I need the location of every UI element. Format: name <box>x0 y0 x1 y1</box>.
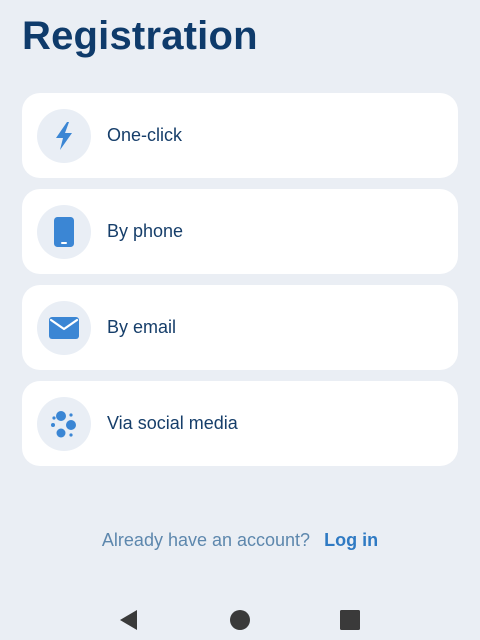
home-button[interactable] <box>228 608 252 632</box>
by-phone-option[interactable]: By phone <box>22 189 458 274</box>
recents-button[interactable] <box>338 608 362 632</box>
envelope-icon <box>49 316 79 339</box>
lightning-icon <box>56 121 72 150</box>
by-phone-label: By phone <box>107 221 184 241</box>
system-navigation-bar <box>0 596 480 640</box>
page-title: Registration <box>22 14 258 58</box>
back-triangle-icon <box>120 610 137 630</box>
via-social-media-option[interactable]: Via social media <box>22 381 458 466</box>
login-row: Already have an account? Log in <box>0 530 480 551</box>
email-icon-badge <box>37 300 91 355</box>
via-social-media-label: Via social media <box>107 413 238 433</box>
by-email-label: By email <box>107 317 177 337</box>
back-button[interactable] <box>117 608 141 632</box>
home-circle-icon <box>230 610 250 630</box>
login-prompt: Already have an account? <box>101 530 311 550</box>
phone-icon-badge <box>37 204 91 259</box>
one-click-option[interactable]: One-click <box>22 93 458 178</box>
phone-icon <box>54 216 74 247</box>
registration-options: One-click By phone By email Via social m… <box>22 93 458 477</box>
login-link[interactable]: Log in <box>324 530 378 550</box>
one-click-label: One-click <box>107 125 183 145</box>
one-click-icon-badge <box>37 108 91 163</box>
social-dots-icon <box>51 410 76 437</box>
recents-square-icon <box>340 610 360 630</box>
social-icon-badge <box>37 396 91 451</box>
by-email-option[interactable]: By email <box>22 285 458 370</box>
